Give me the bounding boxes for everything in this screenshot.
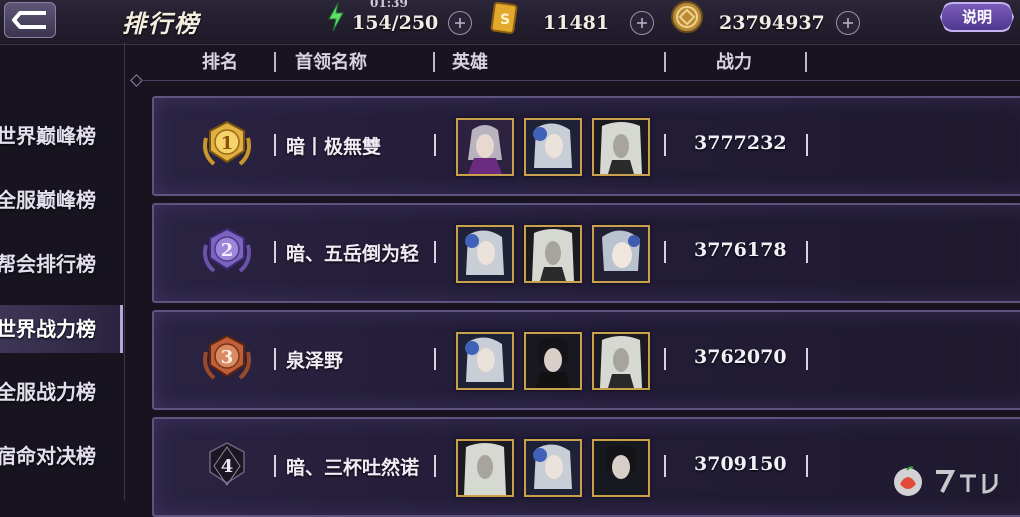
cell-separator (274, 348, 276, 370)
rank-number: 1 (221, 133, 234, 154)
column-header-name: 首领名称 (295, 52, 367, 73)
ranking-row[interactable]: 3 泉泽野 3762070 (152, 310, 1020, 410)
gold-value: 11481 (543, 12, 610, 34)
player-name: 暗丨极無雙 (286, 136, 382, 158)
player-name: 暗、三杯吐然诺 (286, 457, 420, 479)
stamina-value: 154/250 (352, 12, 439, 34)
player-name: 暗、五岳倒为轻 (286, 243, 420, 265)
hero-portrait[interactable] (456, 332, 514, 390)
back-button[interactable] (4, 2, 56, 38)
power-value: 3777232 (694, 132, 787, 154)
svg-text:S: S (500, 12, 510, 28)
gold-ticket-icon: S (490, 2, 518, 34)
cell-separator (806, 241, 808, 263)
coin-icon (671, 1, 703, 33)
hero-portrait[interactable] (456, 225, 514, 283)
header-divider (140, 80, 1020, 81)
hero-portrait[interactable] (524, 439, 582, 497)
cell-separator (274, 455, 276, 477)
cell-separator (806, 348, 808, 370)
hero-portrait[interactable] (592, 439, 650, 497)
gold-rank-badge-icon: 1 (203, 120, 251, 166)
cell-separator (664, 134, 666, 156)
hero-portrait[interactable] (524, 118, 582, 176)
column-header-heroes: 英雄 (452, 52, 488, 73)
hero-portrait[interactable] (456, 118, 514, 176)
cell-separator (806, 455, 808, 477)
stamina-plus-button[interactable] (448, 11, 472, 35)
cell-separator (434, 241, 436, 263)
sidebar-item-server-peak[interactable]: 全服巅峰榜 (0, 176, 120, 224)
sidebar-item-destiny-duel[interactable]: 宿命对决榜 (0, 432, 120, 480)
hero-portrait-icon (594, 120, 648, 174)
sidebar-item-world-power[interactable]: 世界战力榜 (0, 305, 123, 353)
plus-icon (455, 18, 465, 28)
hero-portrait-icon (526, 227, 580, 281)
header-separator (274, 52, 276, 72)
power-value: 3709150 (694, 453, 787, 475)
player-name: 泉泽野 (286, 350, 344, 372)
bronze-rank-badge-icon: 3 (203, 334, 251, 380)
hero-portrait-icon (526, 120, 580, 174)
cell-separator (434, 134, 436, 156)
rank-number: 3 (221, 347, 234, 368)
sidebar-item-server-power[interactable]: 全服战力榜 (0, 368, 120, 416)
cell-separator (274, 134, 276, 156)
ranking-row[interactable]: 2 暗、五岳倒为轻 3776178 (152, 203, 1020, 303)
page-title: 排行榜 (122, 9, 200, 38)
plus-icon (843, 18, 853, 28)
hero-portrait-icon (458, 120, 512, 174)
rank-number: 4 (221, 456, 234, 477)
header-separator (664, 52, 666, 72)
hero-portrait-icon (458, 334, 512, 388)
hero-portrait-icon (594, 334, 648, 388)
sidebar-item-guild-ranking[interactable]: 帮会排行榜 (0, 240, 120, 288)
hero-portrait-icon (594, 441, 648, 495)
header-separator (805, 52, 807, 72)
back-arrow-icon (12, 11, 46, 29)
cell-separator (664, 348, 666, 370)
help-button[interactable]: 说明 (940, 2, 1014, 32)
hero-portrait-icon (594, 227, 648, 281)
rank-number: 2 (221, 240, 234, 261)
cell-separator (274, 241, 276, 263)
hero-portrait[interactable] (524, 332, 582, 390)
cell-separator (434, 348, 436, 370)
power-value: 3762070 (694, 346, 787, 368)
purple-rank-badge-icon: 2 (203, 227, 251, 273)
hero-portrait-icon (526, 441, 580, 495)
hero-portrait-icon (458, 227, 512, 281)
hero-portrait-icon (458, 441, 512, 495)
ranking-row[interactable]: 1 暗丨极無雙 3777232 (152, 96, 1020, 196)
column-header-power: 战力 (716, 52, 752, 73)
power-value: 3776178 (694, 239, 787, 261)
coins-value: 23794937 (719, 12, 825, 34)
header-separator (433, 52, 435, 72)
ranking-category-sidebar: 世界巅峰榜 全服巅峰榜 帮会排行榜 世界战力榜 全服战力榜 宿命对决榜 (0, 100, 125, 500)
hero-portrait-icon (526, 334, 580, 388)
coins-plus-button[interactable] (836, 11, 860, 35)
cell-separator (806, 134, 808, 156)
plus-icon (637, 18, 647, 28)
site-watermark-logo (894, 466, 998, 496)
hero-portrait[interactable] (592, 118, 650, 176)
dark-rank-badge-icon: 4 (209, 442, 245, 486)
stamina-timer: 01:39 (370, 0, 408, 10)
hero-portrait[interactable] (592, 332, 650, 390)
top-bar: 排行榜 01:39 154/250 S 11481 23794937 说明 (0, 0, 1020, 45)
hero-portrait[interactable] (592, 225, 650, 283)
cell-separator (434, 455, 436, 477)
column-header-rank: 排名 (202, 52, 238, 73)
sidebar-item-world-peak[interactable]: 世界巅峰榜 (0, 112, 120, 160)
cell-separator (664, 241, 666, 263)
gold-plus-button[interactable] (630, 11, 654, 35)
hero-portrait[interactable] (524, 225, 582, 283)
lightning-icon (328, 2, 344, 32)
cell-separator (664, 455, 666, 477)
hero-portrait[interactable] (456, 439, 514, 497)
